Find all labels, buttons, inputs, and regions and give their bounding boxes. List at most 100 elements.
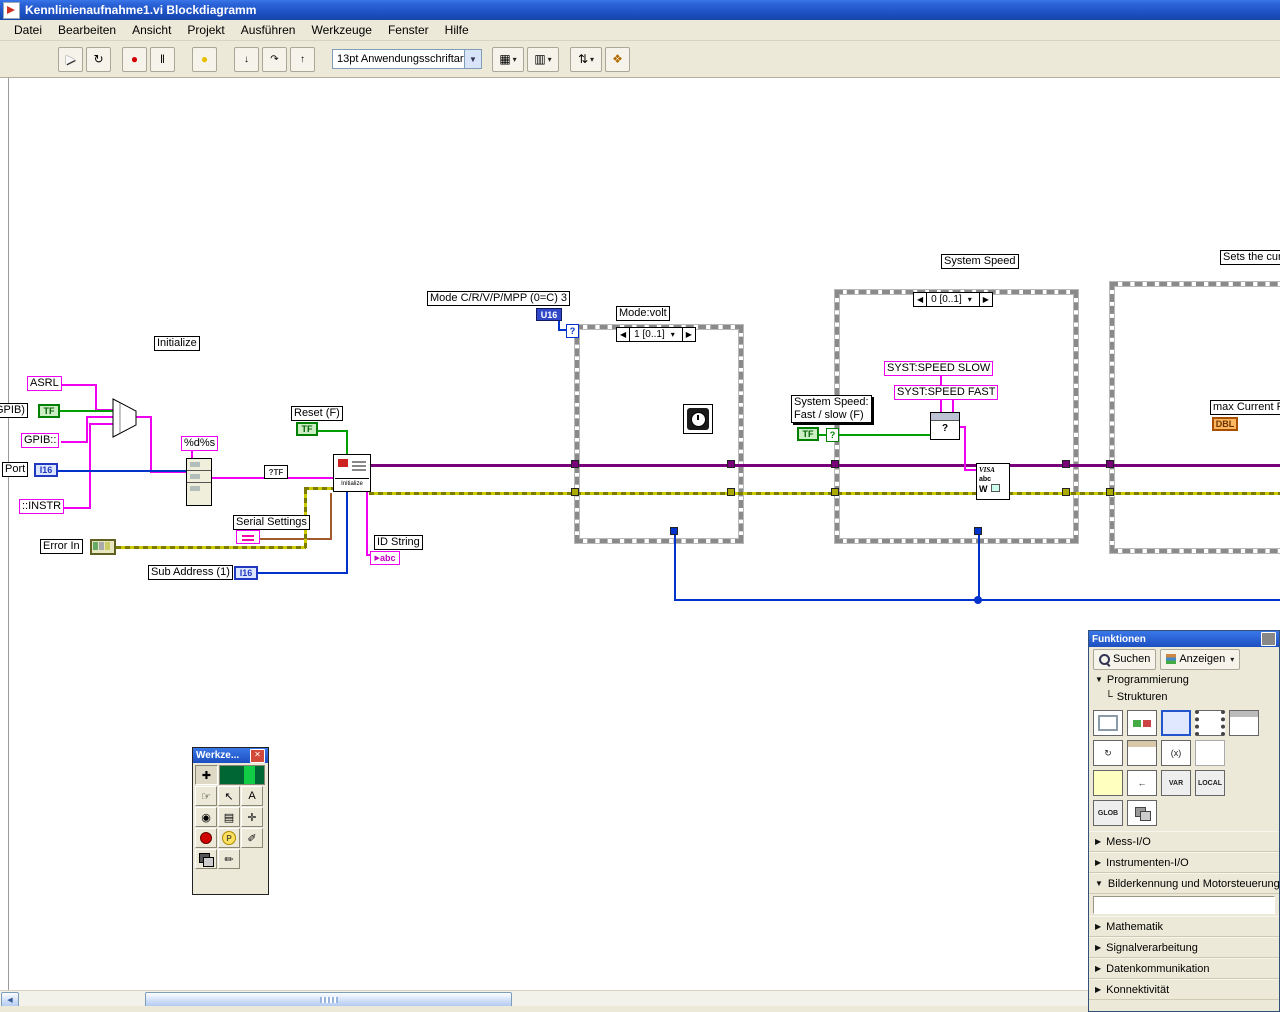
- title-bar[interactable]: Kennlinienaufnahme1.vi Blockdiagramm: [0, 0, 1280, 20]
- palette-category-bilderkennung[interactable]: ▼ Bilderkennung und Motorsteuerung: [1089, 873, 1279, 894]
- functions-palette[interactable]: Funktionen Suchen Anzeigen ▾ ▼ Programmi…: [1088, 630, 1280, 1012]
- abort-button[interactable]: ●: [122, 46, 147, 72]
- i16-terminal-port[interactable]: I16: [34, 463, 58, 477]
- event-structure-icon[interactable]: [1127, 740, 1157, 766]
- wire-asrl[interactable]: [95, 384, 97, 411]
- wire-error-in[interactable]: [304, 487, 334, 490]
- tool-get-color[interactable]: ✐: [241, 828, 263, 848]
- string-constant-gpib[interactable]: GPIB::: [21, 433, 60, 448]
- menu-hilfe[interactable]: Hilfe: [437, 21, 477, 39]
- timed-structure-icon[interactable]: [1161, 710, 1191, 736]
- step-into-button[interactable]: ↓: [234, 46, 259, 72]
- wait-timer-function[interactable]: [683, 404, 713, 434]
- visa-write-function[interactable]: VISA abc W: [976, 463, 1010, 500]
- step-over-button[interactable]: ↷: [262, 46, 287, 72]
- menu-bearbeiten[interactable]: Bearbeiten: [50, 21, 124, 39]
- case-structure-icon[interactable]: [1127, 710, 1157, 736]
- wire-port[interactable]: [58, 470, 188, 472]
- wire-serial-settings[interactable]: [258, 538, 332, 540]
- menu-fenster[interactable]: Fenster: [380, 21, 437, 39]
- wire-speed-select[interactable]: [839, 434, 931, 436]
- wire-sub-address[interactable]: [258, 572, 348, 574]
- diagram-disable-icon[interactable]: [1195, 740, 1225, 766]
- tools-palette[interactable]: Werkze... ✕ ✚ ☞ ↖ A ◉ ▤ ✛ P ✐ ✏: [192, 747, 269, 895]
- wire-reset[interactable]: [318, 430, 348, 432]
- boolean-select-constant[interactable]: ?TF: [264, 465, 288, 479]
- view-button[interactable]: Anzeigen ▾: [1160, 648, 1241, 670]
- tool-set-color[interactable]: [195, 849, 217, 869]
- wire-gpib[interactable]: [86, 416, 113, 418]
- distribute-objects-button[interactable]: ▥ ▾: [527, 46, 559, 72]
- tree-item-strukturen[interactable]: └ Strukturen: [1089, 688, 1279, 705]
- search-button[interactable]: Suchen: [1093, 648, 1157, 670]
- selector-next-icon[interactable]: ▶: [683, 330, 695, 339]
- wire-speed-cmd[interactable]: [964, 426, 966, 471]
- wire-mode[interactable]: [674, 535, 676, 601]
- string-constant-asrl[interactable]: ASRL: [27, 376, 62, 391]
- shared-variable-icon[interactable]: VAR: [1161, 770, 1191, 796]
- menu-datei[interactable]: Datei: [6, 21, 50, 39]
- dbl-terminal-max-current[interactable]: DBL: [1212, 417, 1238, 431]
- wire-reset[interactable]: [346, 430, 348, 457]
- wire-serial-settings[interactable]: [330, 493, 332, 539]
- palette-category-datenkommunikation[interactable]: ▶ Datenkommunikation: [1089, 958, 1279, 979]
- font-selector-dropdown-icon[interactable]: ▼: [464, 50, 481, 68]
- run-button[interactable]: ▶: [58, 46, 83, 72]
- tool-operate-value[interactable]: ☞: [195, 786, 217, 806]
- palette-category-mathematik[interactable]: ▶ Mathematik: [1089, 916, 1279, 937]
- wire-asrl[interactable]: [57, 384, 97, 386]
- i16-terminal-sub-address[interactable]: I16: [234, 566, 258, 580]
- case-selector-terminal[interactable]: ?: [566, 324, 579, 338]
- select-function[interactable]: ?: [930, 412, 960, 440]
- wire-visa-resource[interactable]: [369, 464, 1280, 467]
- wire-mode[interactable]: [978, 535, 980, 601]
- case-structure-current[interactable]: [1110, 282, 1280, 553]
- feedback-node-icon[interactable]: ←: [1127, 770, 1157, 796]
- tool-edit-text[interactable]: A: [241, 786, 263, 806]
- stacked-sequence-icon[interactable]: [1229, 710, 1259, 736]
- format-into-string-function[interactable]: [186, 458, 212, 506]
- string-constant-speed-slow[interactable]: SYST:SPEED SLOW: [884, 361, 994, 376]
- wire-sub-address[interactable]: [346, 492, 348, 573]
- initialize-vi[interactable]: Initialize: [333, 454, 371, 492]
- reorder-button[interactable]: ⇅ ▾: [570, 46, 602, 72]
- selector-dropdown-icon[interactable]: ▾: [965, 295, 975, 304]
- string-indicator-id[interactable]: ▶ abc: [370, 551, 400, 565]
- selector-next-icon[interactable]: ▶: [980, 295, 992, 304]
- align-objects-button[interactable]: ▦ ▾: [492, 46, 524, 72]
- tool-brush[interactable]: ✏: [218, 849, 240, 869]
- wire-error-cluster[interactable]: [369, 492, 1280, 495]
- close-icon[interactable]: ✕: [250, 748, 265, 763]
- wire-select-out[interactable]: [150, 416, 152, 473]
- boolean-terminal-speed[interactable]: TF: [797, 427, 819, 441]
- tool-probe[interactable]: P: [218, 828, 240, 848]
- menu-projekt[interactable]: Projekt: [179, 21, 232, 39]
- tool-shortcut-menu[interactable]: ▤: [218, 807, 240, 827]
- selector-prev-icon[interactable]: ◀: [617, 330, 629, 339]
- font-selector[interactable]: 13pt Anwendungsschriftart ▼: [332, 49, 482, 69]
- formula-node-icon[interactable]: (x): [1161, 740, 1191, 766]
- step-out-button[interactable]: ↑: [290, 46, 315, 72]
- wire-instr[interactable]: [62, 507, 91, 509]
- tool-wiring[interactable]: ◉: [195, 807, 217, 827]
- highlight-execution-button[interactable]: ●: [192, 46, 217, 72]
- tool-scroll[interactable]: ✛: [241, 807, 263, 827]
- case-selector-speed[interactable]: ◀ 0 [0..1] ▾ ▶: [913, 292, 993, 307]
- tool-auto-led[interactable]: [219, 765, 265, 785]
- error-in-cluster-terminal[interactable]: [90, 539, 116, 555]
- string-constant-speed-fast[interactable]: SYST:SPEED FAST: [894, 385, 999, 400]
- cleanup-diagram-button[interactable]: ❖: [605, 46, 630, 72]
- pause-button[interactable]: ‖: [150, 46, 175, 72]
- comment-icon[interactable]: [1093, 770, 1123, 796]
- while-loop-icon[interactable]: ↻: [1093, 740, 1123, 766]
- menu-werkzeuge[interactable]: Werkzeuge: [303, 21, 379, 39]
- u16-terminal-mode[interactable]: U16: [536, 308, 562, 321]
- select-function[interactable]: [112, 398, 138, 438]
- wire-instr[interactable]: [89, 423, 113, 425]
- for-loop-structure-icon[interactable]: [1093, 710, 1123, 736]
- flat-sequence-icon[interactable]: [1195, 710, 1225, 736]
- palette-category-signalverarbeitung[interactable]: ▶ Signalverarbeitung: [1089, 937, 1279, 958]
- functions-palette-titlebar[interactable]: Funktionen: [1089, 631, 1279, 647]
- wire-speed-fast[interactable]: [952, 399, 954, 413]
- serial-settings-constant[interactable]: [236, 530, 260, 544]
